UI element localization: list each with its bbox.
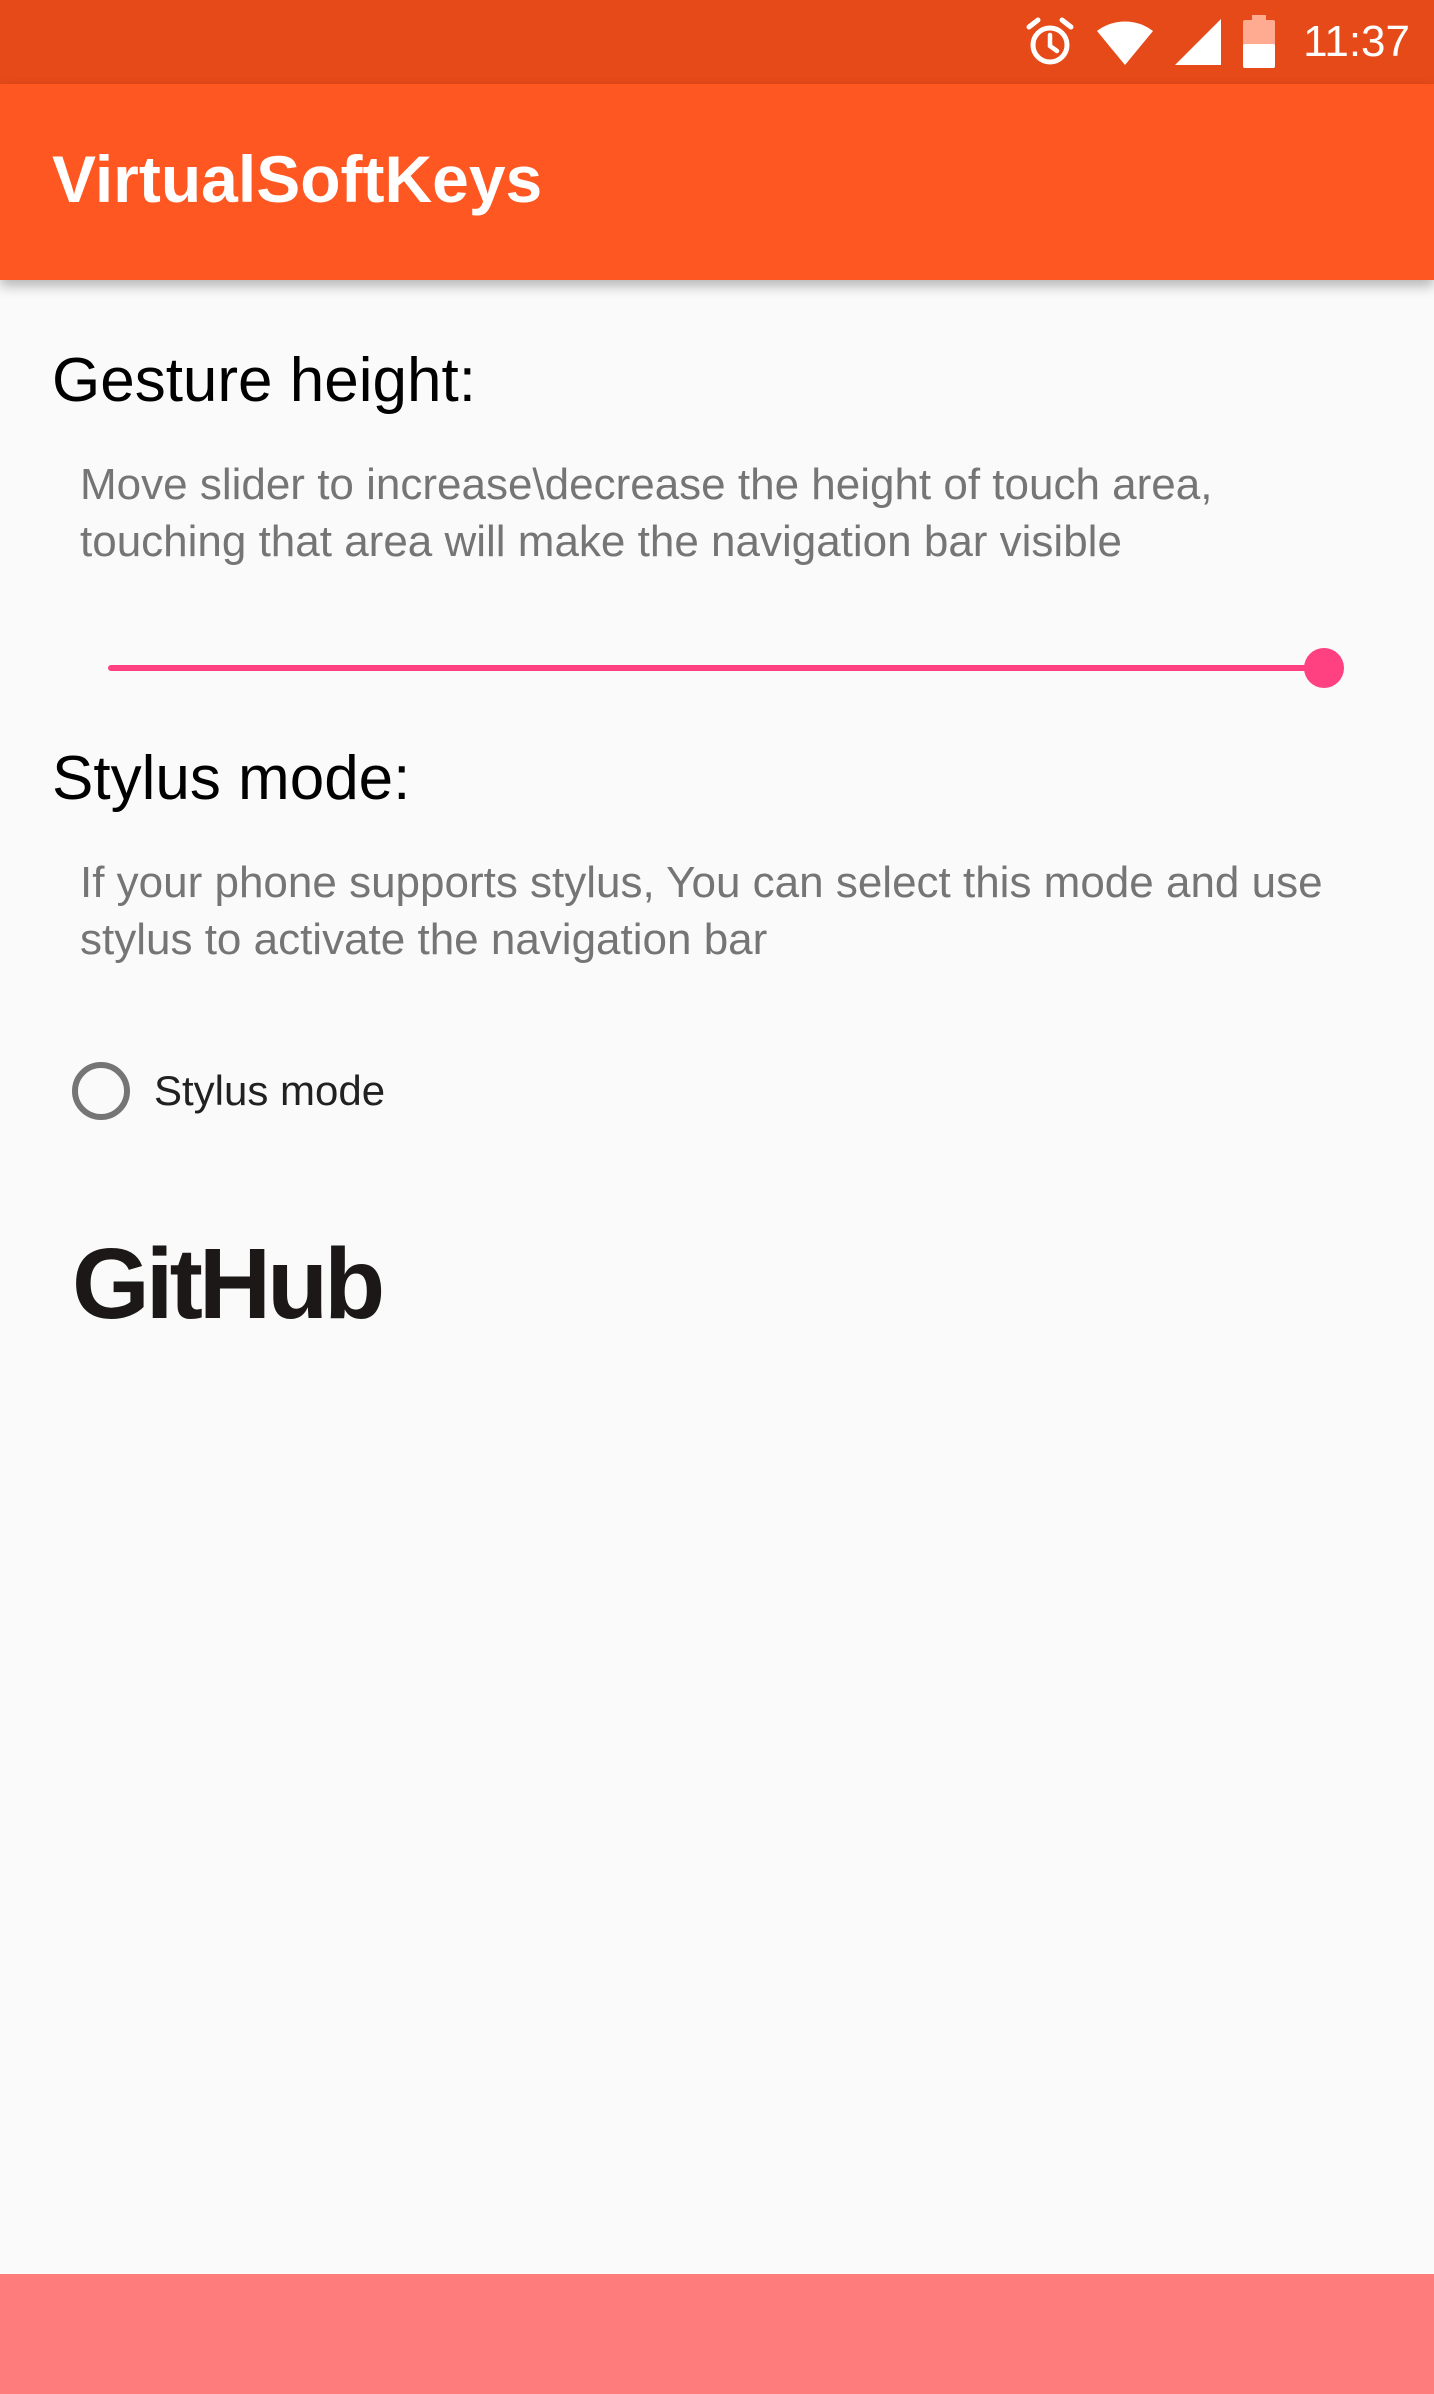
gesture-height-slider[interactable] xyxy=(108,640,1344,696)
stylus-mode-heading: Stylus mode: xyxy=(52,744,411,813)
github-logo-icon[interactable]: GitHub xyxy=(72,1226,392,1336)
app-title: VirtualSoftKeys xyxy=(52,142,543,216)
stylus-mode-description: If your phone supports stylus, You can s… xyxy=(80,858,1323,964)
stylus-mode-radio[interactable]: Stylus mode xyxy=(72,1055,385,1127)
slider-track xyxy=(108,665,1324,671)
wifi-icon xyxy=(1097,21,1154,65)
alarm-icon xyxy=(1026,17,1074,65)
battery-icon xyxy=(1243,15,1276,68)
gesture-height-heading: Gesture height: xyxy=(52,346,476,415)
gesture-height-description: Move slider to increase\decrease the hei… xyxy=(80,460,1213,566)
app-bar: VirtualSoftKeys xyxy=(0,84,1434,280)
stylus-mode-radio-label[interactable]: Stylus mode xyxy=(154,1067,385,1115)
navigation-bar xyxy=(0,2274,1434,2394)
status-bar: 11:37 xyxy=(0,0,1434,84)
radio-button-icon[interactable] xyxy=(72,1062,130,1120)
github-logo-text: GitHub xyxy=(72,1228,381,1336)
slider-thumb[interactable] xyxy=(1304,648,1344,688)
signal-icon xyxy=(1175,19,1222,65)
status-time: 11:37 xyxy=(1303,17,1410,66)
status-icons: 11:37 xyxy=(1023,0,1410,84)
